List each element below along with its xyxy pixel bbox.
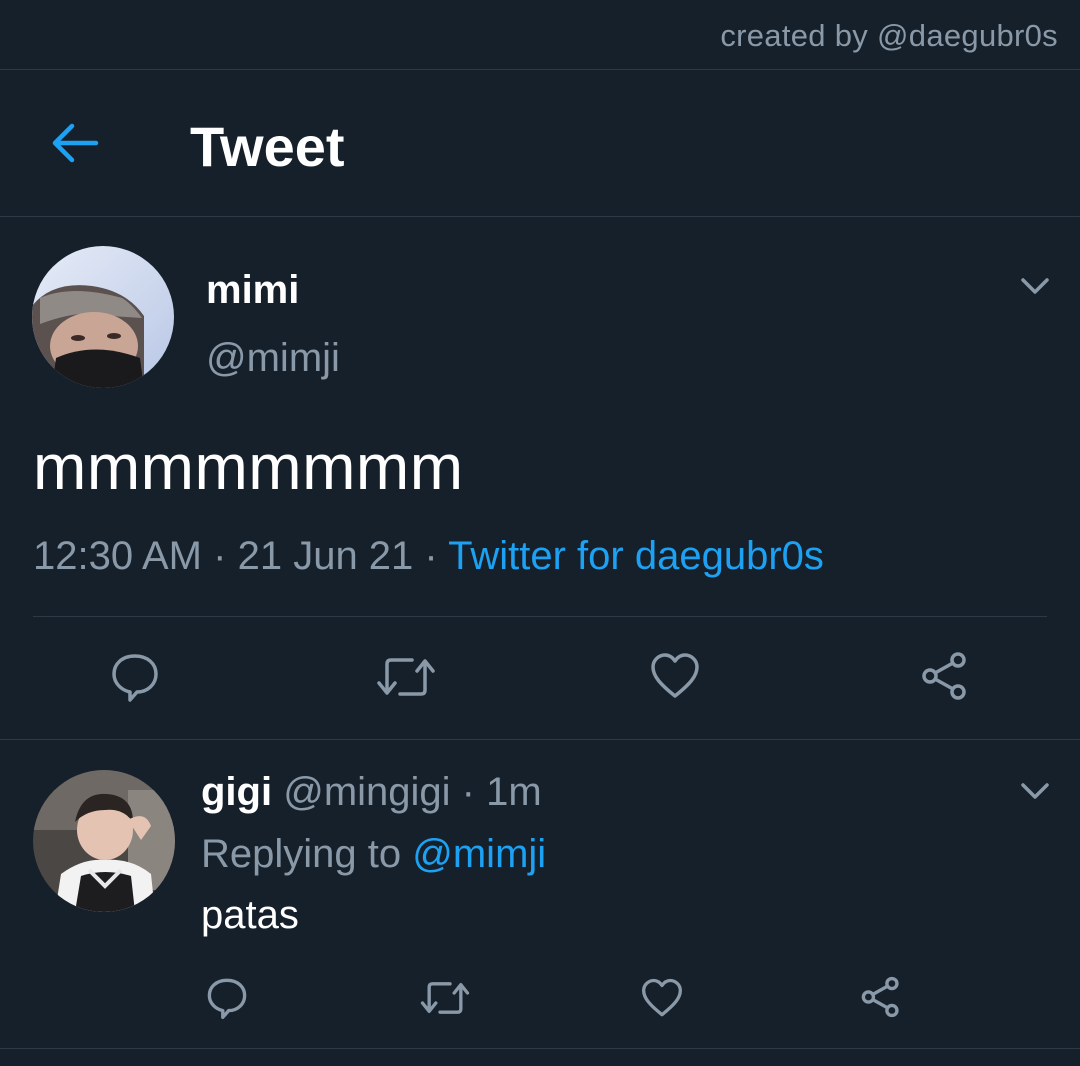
page-title: Tweet <box>190 115 345 178</box>
tweet-time: 12:30 AM <box>33 534 203 578</box>
retweet-icon <box>420 982 470 1014</box>
reply-reply-button[interactable] <box>206 977 248 1019</box>
reply-author-display-name[interactable]: gigi <box>201 770 272 814</box>
share-icon <box>861 976 899 1018</box>
reply-text: patas <box>201 893 299 937</box>
tweet-source-link[interactable]: Twitter for daegubr0s <box>448 534 824 578</box>
share-icon <box>922 652 966 700</box>
replying-prefix: Replying to <box>201 832 402 876</box>
reply-header: gigi @mingigi · 1m <box>201 770 542 815</box>
reply-like-button[interactable] <box>641 978 683 1018</box>
replying-to-line: Replying to @mimji <box>201 832 546 877</box>
reply-avatar[interactable] <box>33 770 175 912</box>
reply-share-button[interactable] <box>860 976 902 1018</box>
reply-retweet-button[interactable] <box>420 977 470 1019</box>
like-button[interactable] <box>650 652 700 700</box>
avatar[interactable] <box>32 246 174 388</box>
meta-divider <box>33 616 1047 617</box>
meta-separator: · <box>213 534 227 578</box>
avatar-photo <box>32 246 174 388</box>
reply-button[interactable] <box>110 652 160 702</box>
header-bar: Tweet <box>0 70 1080 216</box>
back-button[interactable] <box>48 120 100 166</box>
tweet-divider <box>0 739 1080 740</box>
reply-time: 1m <box>486 770 542 814</box>
reply-icon <box>112 654 158 702</box>
like-icon <box>651 653 699 698</box>
like-icon <box>642 978 682 1017</box>
reply-divider <box>0 1048 1080 1049</box>
tweet-date: 21 Jun 21 <box>237 534 414 578</box>
author-display-name[interactable]: mimi <box>206 268 299 313</box>
meta-separator: · <box>424 534 438 578</box>
chevron-down-icon <box>1021 783 1049 799</box>
avatar-photo <box>33 770 175 912</box>
tweet-meta: 12:30 AM · 21 Jun 21 · Twitter for daegu… <box>33 534 824 579</box>
author-handle[interactable]: @mimji <box>206 336 340 381</box>
reply-author-handle[interactable]: @mingigi <box>283 770 450 814</box>
reply-options-button[interactable] <box>1020 781 1050 801</box>
tweet-options-button[interactable] <box>1020 276 1050 296</box>
tweet-text: mmmmmmmm <box>33 431 464 503</box>
header-divider <box>0 216 1080 217</box>
retweet-button[interactable] <box>376 652 436 702</box>
watermark-text: created by @daegubr0s <box>720 18 1058 53</box>
arrow-left-icon <box>52 123 99 163</box>
retweet-icon <box>377 658 435 696</box>
replying-to-mention[interactable]: @mimji <box>412 832 546 876</box>
reply-icon <box>207 978 247 1019</box>
chevron-down-icon <box>1021 278 1049 294</box>
share-button[interactable] <box>920 651 970 701</box>
reply-separator: · <box>461 770 475 814</box>
